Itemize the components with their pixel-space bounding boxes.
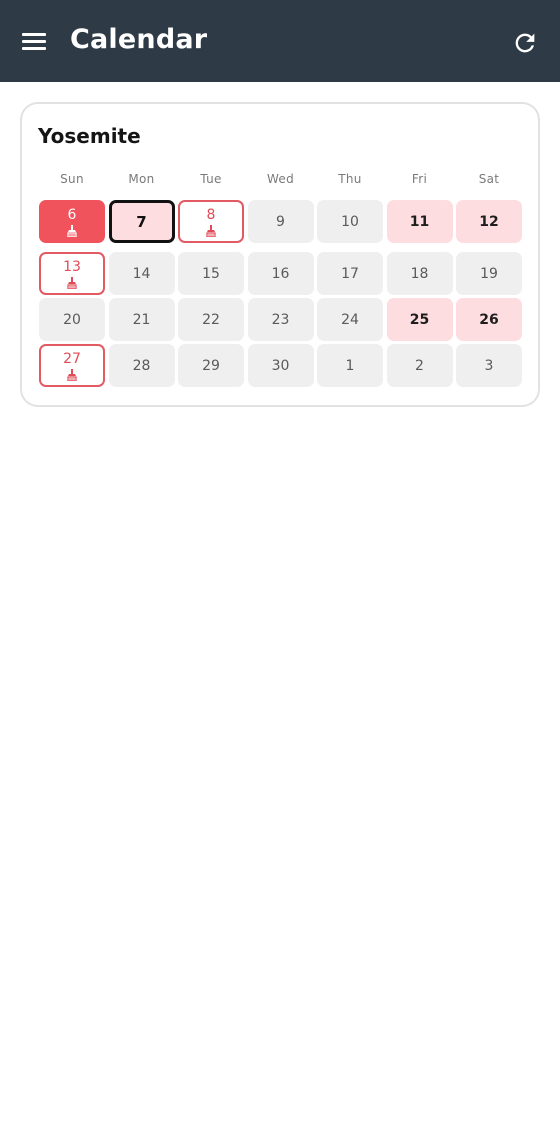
calendar-day-cell[interactable]: 28 [108,344,175,387]
day-number: 9 [276,213,285,230]
weekday-label-sat: Sat [478,172,500,186]
calendar-day-cell[interactable]: 19 [456,252,522,295]
calendar-day-cell[interactable]: 10 [317,200,383,243]
day-number: 6 [67,207,77,223]
calendar-day-cell[interactable]: 11 [386,200,453,243]
day-number: 10 [341,213,359,230]
calendar-day-cell[interactable]: 9 [247,200,314,243]
day-number: 24 [341,311,359,328]
calendar-day-cell[interactable]: 23 [247,298,314,341]
weekday-label-wed: Wed [266,172,295,186]
calendar-day-cell[interactable]: 15 [178,252,244,295]
weekday-label-fri: Fri [411,172,428,186]
day-number: 15 [202,265,220,282]
calendar-day-cell[interactable]: 25 [386,298,453,341]
day-number: 22 [202,311,220,328]
calendar-day-cell[interactable]: 21 [108,298,175,341]
day-number: 23 [271,311,290,328]
calendar-day-cell[interactable]: 29 [178,344,244,387]
brush-icon [67,369,77,381]
day-number: 26 [479,311,499,328]
calendar-day-cell[interactable]: 6 [39,200,105,243]
day-number: 25 [409,311,430,328]
calendar-day-cell[interactable]: 30 [247,344,314,387]
calendar-day-cell[interactable]: 14 [108,252,175,295]
day-number: 2 [415,357,424,374]
calendar-day-cell[interactable]: 24 [317,298,383,341]
weekday-label-tue: Tue [200,172,222,186]
calendar-card: Yosemite Sun Mon Tue Wed Thu Fri Sat 6 7 8 9 10 11 1… [20,102,540,407]
day-number: 16 [271,265,290,282]
brush-icon [67,225,77,237]
day-number: 3 [484,357,494,374]
hamburger-menu-icon[interactable] [22,31,48,53]
app-bar: Calendar [0,0,560,82]
day-number: 21 [132,311,151,328]
calendar-day-cell[interactable]: 26 [456,298,522,341]
calendar-title: Yosemite [38,124,141,148]
calendar-day-cell[interactable]: 8 [178,200,244,243]
day-number: 30 [271,357,290,374]
day-number: 20 [63,311,81,328]
day-number: 28 [132,357,151,374]
brush-icon [67,277,77,289]
day-number: 14 [132,265,151,282]
calendar-day-cell[interactable]: 3 [456,344,522,387]
weekday-label-sun: Sun [60,172,84,186]
calendar-grid: 6 7 8 9 10 11 12 13 14 15 16 17 18 19 20 21 22 23 24 25 26 27… [39,200,523,390]
weekday-header-row: Sun Mon Tue Wed Thu Fri Sat [39,172,523,188]
day-number: 12 [479,213,499,230]
day-number: 7 [136,212,147,231]
calendar-day-cell[interactable]: 12 [456,200,522,243]
day-number: 27 [63,351,81,367]
calendar-day-cell[interactable]: 20 [39,298,105,341]
day-number: 19 [480,265,498,282]
day-number: 29 [202,357,220,374]
day-number: 18 [410,265,429,282]
weekday-label-thu: Thu [338,172,362,186]
day-number: 8 [206,207,216,223]
day-number: 17 [341,265,359,282]
refresh-icon[interactable] [511,29,539,57]
calendar-day-cell[interactable]: 18 [386,252,453,295]
day-number: 1 [345,357,355,374]
calendar-day-cell[interactable]: 7 [108,200,175,243]
calendar-day-cell[interactable]: 22 [178,298,244,341]
calendar-day-cell[interactable]: 1 [317,344,383,387]
brush-icon [206,225,216,237]
calendar-day-cell[interactable]: 17 [317,252,383,295]
weekday-label-mon: Mon [128,172,155,186]
calendar-day-cell[interactable]: 2 [386,344,453,387]
calendar-day-cell[interactable]: 16 [247,252,314,295]
page-title: Calendar [70,24,208,55]
calendar-day-cell[interactable]: 13 [39,252,105,295]
calendar-day-cell[interactable]: 27 [39,344,105,387]
day-number: 11 [409,213,430,230]
day-number: 13 [63,259,81,275]
